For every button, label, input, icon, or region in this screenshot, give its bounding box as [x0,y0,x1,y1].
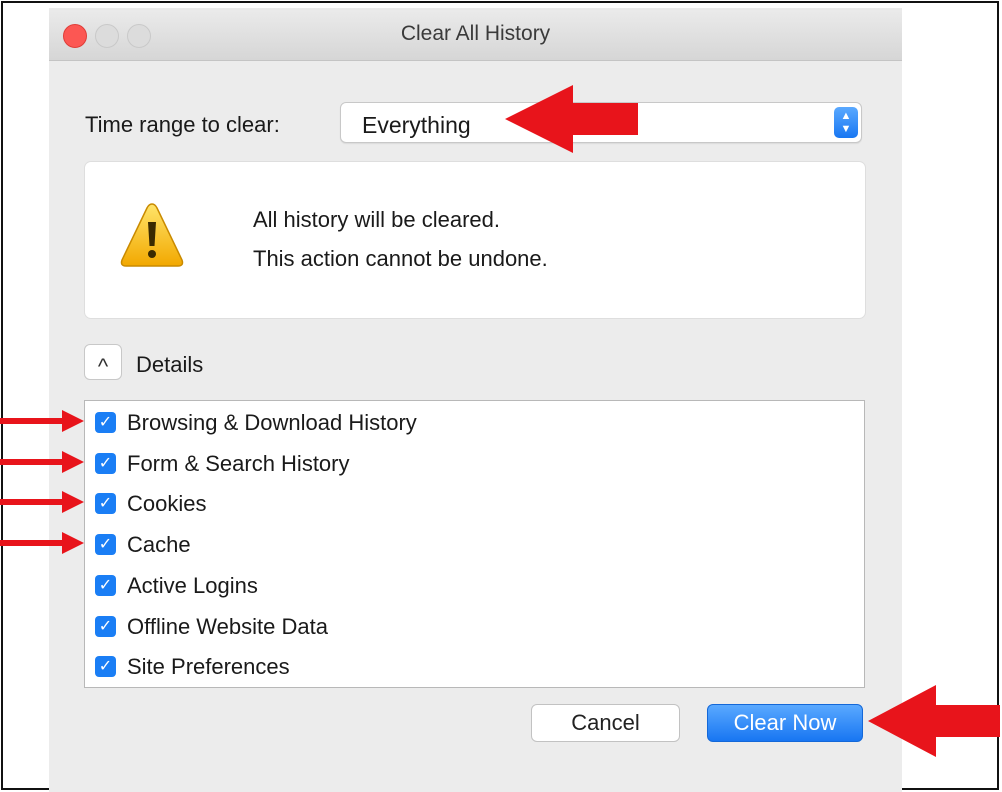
time-range-label: Time range to clear: [85,112,280,137]
select-stepper-icon: ▲ ▼ [834,107,858,138]
warning-text-line2: This action cannot be undone. [253,246,548,271]
window-title: Clear All History [400,22,551,45]
history-item-label: Form & Search History [127,451,350,476]
annotation-arrow-item-4 [0,532,84,554]
history-item-label: Cookies [127,491,207,516]
checkbox-checked-icon[interactable]: ✓ [95,453,116,474]
clear-now-button[interactable]: Clear Now [707,704,863,742]
checkbox-checked-icon[interactable]: ✓ [95,534,116,555]
history-items-list: ✓ Browsing & Download History ✓ Form & S… [84,400,865,688]
history-item-label: Offline Website Data [127,614,328,639]
checkbox-checked-icon[interactable]: ✓ [95,616,116,637]
history-item-label: Site Preferences [127,654,290,679]
annotation-arrow-time-range [505,85,638,153]
checkbox-checked-icon[interactable]: ✓ [95,412,116,433]
cancel-button[interactable]: Cancel [531,704,680,742]
annotation-arrow-item-2 [0,451,84,473]
warning-icon [120,203,184,267]
warning-text-line1: All history will be cleared. [253,207,500,232]
clear-history-dialog: Clear All History Time range to clear: E… [49,8,902,792]
checkbox-checked-icon[interactable]: ✓ [95,656,116,677]
history-item-label: Cache [127,532,191,557]
checkbox-checked-icon[interactable]: ✓ [95,493,116,514]
title-bar[interactable]: Clear All History [49,8,902,61]
time-range-value: Everything [362,112,471,138]
chevron-up-icon: ^ [97,354,109,379]
history-item-label: Browsing & Download History [127,410,417,435]
checkbox-checked-icon[interactable]: ✓ [95,575,116,596]
warning-panel: All history will be cleared. This action… [84,161,866,319]
annotation-arrow-item-1 [0,410,84,432]
history-item-label: Active Logins [127,573,258,598]
annotation-arrow-item-3 [0,491,84,513]
details-toggle-button[interactable]: ^ [84,344,122,380]
annotation-arrow-clear-now [868,685,1000,757]
details-label: Details [136,352,204,377]
